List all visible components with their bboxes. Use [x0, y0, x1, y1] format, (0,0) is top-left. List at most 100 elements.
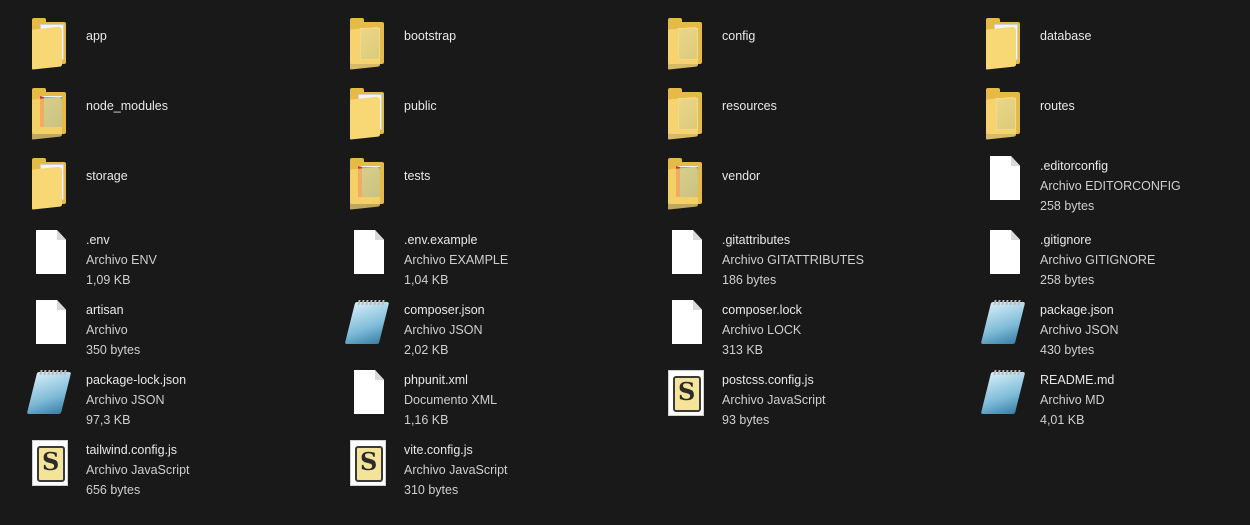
item-type: Archivo — [86, 323, 128, 337]
folder-red-doc-icon — [348, 154, 392, 210]
folder-red-doc-icon — [666, 154, 710, 210]
folder-item[interactable]: storage — [30, 150, 330, 216]
item-name: vendor — [722, 169, 761, 183]
file-item[interactable]: .env.example Archivo EXAMPLE 1,04 KB — [348, 224, 648, 290]
folder-docs-icon — [348, 14, 392, 70]
file-item[interactable]: .gitignore Archivo GITIGNORE 258 bytes — [984, 224, 1250, 290]
js-script-icon: S — [30, 438, 74, 494]
item-text: composer.lock Archivo LOCK 313 KB — [722, 300, 802, 360]
json-notepad-icon — [26, 368, 74, 424]
file-item[interactable]: package.json Archivo JSON 430 bytes — [980, 294, 1250, 360]
item-text: vite.config.js Archivo JavaScript 310 byte… — [404, 440, 508, 500]
item-size: 1,04 KB — [404, 273, 449, 287]
file-item[interactable]: .env Archivo ENV 1,09 KB — [30, 224, 330, 290]
file-item[interactable]: Spostcss.config.js Archivo JavaScript 93 b… — [666, 364, 966, 430]
item-type: Archivo ENV — [86, 253, 157, 267]
file-item[interactable]: Stailwind.config.js Archivo JavaScript 656… — [30, 434, 330, 500]
item-name: .gitignore — [1040, 233, 1092, 247]
item-name: README.md — [1040, 373, 1115, 387]
item-name: database — [1040, 29, 1092, 43]
item-text: node_modules — [86, 96, 168, 116]
file-item[interactable]: composer.lock Archivo LOCK 313 KB — [666, 294, 966, 360]
item-text: package.json Archivo JSON 430 bytes — [1040, 300, 1119, 360]
item-size: 1,09 KB — [86, 273, 131, 287]
item-text: postcss.config.js Archivo JavaScript 93 by… — [722, 370, 826, 430]
item-name: composer.lock — [722, 303, 802, 317]
file-item[interactable]: .gitattributes Archivo GITATTRIBUTES 186 b… — [666, 224, 966, 290]
item-name: app — [86, 29, 107, 43]
file-icon — [348, 368, 392, 424]
folder-item[interactable]: config — [666, 10, 966, 76]
file-item[interactable]: composer.json Archivo JSON 2,02 KB — [344, 294, 648, 360]
js-script-icon: S — [666, 368, 710, 424]
folder-item[interactable]: node_modules — [30, 80, 330, 146]
item-type: Archivo GITATTRIBUTES — [722, 253, 864, 267]
folder-item[interactable]: bootstrap — [348, 10, 648, 76]
item-name: vite.config.js — [404, 443, 473, 457]
item-text: app — [86, 26, 107, 46]
folder-docs-icon — [666, 14, 710, 70]
file-icon — [984, 228, 1028, 284]
folder-item[interactable]: tests — [348, 150, 648, 216]
file-item[interactable]: phpunit.xml Documento XML 1,16 KB — [348, 364, 648, 430]
item-text: .env.example Archivo EXAMPLE 1,04 KB — [404, 230, 508, 290]
folder-docs-icon — [984, 84, 1028, 140]
item-text: resources — [722, 96, 777, 116]
item-text: database — [1040, 26, 1091, 46]
folder-item[interactable]: resources — [666, 80, 966, 146]
item-name: storage — [86, 169, 128, 183]
item-name: node_modules — [86, 99, 169, 113]
item-name: tailwind.config.js — [86, 443, 178, 457]
item-size: 1,16 KB — [404, 413, 449, 427]
item-text: .gitignore Archivo GITIGNORE 258 bytes — [1040, 230, 1155, 290]
file-item[interactable]: .editorconfig Archivo EDITORCONFIG 258 byt… — [984, 150, 1250, 216]
item-name: routes — [1040, 99, 1075, 113]
item-type: Archivo MD — [1040, 393, 1105, 407]
item-name: .editorconfig — [1040, 159, 1109, 173]
item-name: package.json — [1040, 303, 1114, 317]
item-name: .env.example — [404, 233, 478, 247]
json-notepad-icon — [980, 298, 1028, 354]
file-item[interactable]: Svite.config.js Archivo JavaScript 310 byt… — [348, 434, 648, 500]
item-name: package-lock.json — [86, 373, 187, 387]
item-name: .env — [86, 233, 110, 247]
file-item[interactable]: README.md Archivo MD 4,01 KB — [980, 364, 1250, 430]
item-type: Archivo JavaScript — [722, 393, 826, 407]
item-type: Archivo EXAMPLE — [404, 253, 509, 267]
item-text: public — [404, 96, 437, 116]
file-icon — [666, 228, 710, 284]
folder-item[interactable]: vendor — [666, 150, 966, 216]
folder-item[interactable]: app — [30, 10, 330, 76]
json-notepad-icon — [980, 368, 1028, 424]
folder-icon — [30, 14, 74, 70]
item-type: Archivo JavaScript — [86, 463, 190, 477]
item-size: 656 bytes — [86, 483, 141, 497]
folder-icon — [30, 154, 74, 210]
item-name: public — [404, 99, 437, 113]
file-icon — [30, 298, 74, 354]
item-name: phpunit.xml — [404, 373, 468, 387]
folder-docs-icon — [666, 84, 710, 140]
file-item[interactable]: package-lock.json Archivo JSON 97,3 KB — [26, 364, 330, 430]
folder-item[interactable]: public — [348, 80, 648, 146]
folder-item[interactable]: routes — [984, 80, 1250, 146]
item-text: README.md Archivo MD 4,01 KB — [1040, 370, 1114, 430]
item-text: tests — [404, 166, 430, 186]
folder-red-doc-icon — [30, 84, 74, 140]
json-notepad-icon — [344, 298, 392, 354]
item-size: 258 bytes — [1040, 273, 1095, 287]
item-type: Archivo JSON — [1040, 323, 1119, 337]
item-type: Archivo EDITORCONFIG — [1040, 179, 1181, 193]
item-size: 93 bytes — [722, 413, 770, 427]
item-text: .gitattributes Archivo GITATTRIBUTES 186 b… — [722, 230, 864, 290]
item-name: artisan — [86, 303, 124, 317]
js-script-icon: S — [348, 438, 392, 494]
item-size: 310 bytes — [404, 483, 459, 497]
item-type: Archivo LOCK — [722, 323, 802, 337]
file-item[interactable]: artisan Archivo 350 bytes — [30, 294, 330, 360]
folder-item[interactable]: database — [984, 10, 1250, 76]
item-text: vendor — [722, 166, 760, 186]
item-text: artisan Archivo 350 bytes — [86, 300, 140, 360]
item-type: Archivo JavaScript — [404, 463, 508, 477]
item-text: phpunit.xml Documento XML 1,16 KB — [404, 370, 497, 430]
